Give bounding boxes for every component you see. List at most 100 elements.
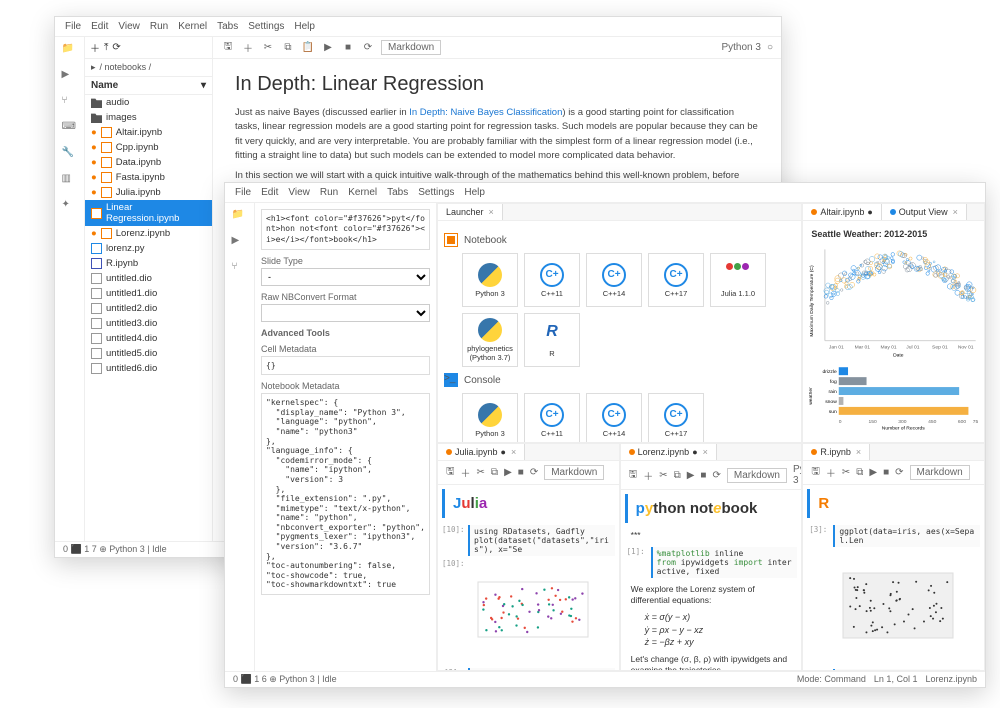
kernel-card[interactable]: C+C++17 <box>648 393 704 442</box>
close-icon[interactable]: × <box>489 207 494 217</box>
lorenz-code-1[interactable]: %matplotlib inlinefrom ipywidgets import… <box>651 547 798 578</box>
breadcrumb-root-icon[interactable]: ▸ <box>91 62 96 73</box>
file-item[interactable]: untitled5.dio <box>85 346 212 361</box>
menu-run[interactable]: Run <box>150 21 168 32</box>
settings-icon[interactable]: 🔧 <box>62 147 78 163</box>
save-icon[interactable]: 🖫 <box>446 464 455 481</box>
folder-icon[interactable]: 📁 <box>62 43 78 59</box>
file-item[interactable]: lorenz.py <box>85 241 212 256</box>
julia-code-1[interactable]: using RDatasets, Gadfly plot(dataset("da… <box>468 525 615 556</box>
file-item[interactable]: Linear Regression.ipynb <box>85 200 212 226</box>
menu-tabs[interactable]: Tabs <box>217 21 238 32</box>
tab-altair[interactable]: Altair.ipynb● <box>803 204 881 220</box>
sort-icon[interactable]: ▾ <box>201 80 206 91</box>
file-header-name[interactable]: Name <box>91 80 118 91</box>
r-code-1[interactable]: ggplot(data=iris, aes(x=Sepal.Len <box>833 525 980 547</box>
menu-kernel[interactable]: Kernel <box>178 21 207 32</box>
nb-metadata[interactable]: "kernelspec": { "display_name": "Python … <box>261 393 430 595</box>
kernel-card[interactable]: RR <box>524 313 580 367</box>
tab-julia[interactable]: Julia.ipynb●× <box>438 444 525 460</box>
run-icon[interactable]: ▶ <box>321 41 335 55</box>
kernel-card[interactable]: phylogenetics (Python 3.7) <box>462 313 518 367</box>
julia-code-2[interactable]: eigen(x) <box>468 668 615 670</box>
tab-lorenz[interactable]: Lorenz.ipynb●× <box>621 444 717 460</box>
file-item[interactable]: untitled4.dio <box>85 331 212 346</box>
svg-text:Date: Date <box>893 353 904 359</box>
breadcrumb-path[interactable]: / notebooks / <box>100 62 152 73</box>
file-item[interactable]: untitled1.dio <box>85 286 212 301</box>
save-icon[interactable]: 🖫 <box>221 41 235 55</box>
r-code-2[interactable]: head(iris) <box>833 669 980 670</box>
new-folder-icon[interactable]: ＋ <box>90 40 100 55</box>
menu-settings[interactable]: Settings <box>418 187 454 198</box>
file-item[interactable]: untitled6.dio <box>85 361 212 376</box>
menu-run[interactable]: Run <box>320 187 338 198</box>
kernel-card[interactable]: C+C++11 <box>524 253 580 307</box>
tab-output[interactable]: Output View× <box>882 204 967 220</box>
kernel-card[interactable]: C+C++14 <box>586 253 642 307</box>
file-item[interactable]: audio <box>85 95 212 110</box>
file-item[interactable]: untitled3.dio <box>85 316 212 331</box>
menu-view[interactable]: View <box>118 21 140 32</box>
menu-help[interactable]: Help <box>464 187 485 198</box>
menu-kernel[interactable]: Kernel <box>348 187 377 198</box>
cell-type-dropdown[interactable]: Markdown <box>381 40 441 55</box>
restart-icon[interactable]: ⟳ <box>361 41 375 55</box>
paste-icon[interactable]: 📋 <box>301 41 315 55</box>
file-item[interactable]: untitled2.dio <box>85 301 212 316</box>
r-plot <box>833 550 980 666</box>
file-item[interactable]: ● Altair.ipynb <box>85 125 212 140</box>
refresh-icon[interactable]: ⟳ <box>112 42 120 53</box>
close-icon[interactable]: × <box>856 447 861 457</box>
running-icon[interactable]: ▶ <box>232 235 248 251</box>
file-item[interactable]: images <box>85 110 212 125</box>
tab-r[interactable]: R.ipynb× <box>803 444 870 460</box>
svg-text:sun: sun <box>829 410 837 415</box>
running-icon[interactable]: ▶ <box>62 69 78 85</box>
menu-settings[interactable]: Settings <box>248 21 284 32</box>
tabs-icon[interactable]: ▥ <box>62 173 78 189</box>
folder-icon[interactable]: 📁 <box>232 209 248 225</box>
file-item[interactable]: ● Data.ipynb <box>85 155 212 170</box>
menu-edit[interactable]: Edit <box>261 187 278 198</box>
kernel-card[interactable]: Python 3 <box>462 253 518 307</box>
tab-launcher[interactable]: Launcher× <box>438 204 503 220</box>
cut-icon[interactable]: ✂ <box>261 41 275 55</box>
git-icon[interactable]: ⑂ <box>62 95 78 111</box>
cell-metadata[interactable]: {} <box>261 356 430 375</box>
lorenz-panel: Lorenz.ipynb●× 🖫＋✂⧉▶■⟳MarkdownPython 3 p… <box>620 443 803 671</box>
close-icon[interactable]: × <box>953 207 958 217</box>
menu-file[interactable]: File <box>235 187 251 198</box>
link-naive-bayes[interactable]: In Depth: Naive Bayes Classification <box>409 107 562 118</box>
status-file: Lorenz.ipynb <box>925 674 977 685</box>
kernel-card[interactable]: C+C++17 <box>648 253 704 307</box>
add-cell-icon[interactable]: ＋ <box>241 41 255 55</box>
advanced-tools-header[interactable]: Advanced Tools <box>261 328 430 338</box>
commands-icon[interactable]: ⌨ <box>62 121 78 137</box>
kernel-card[interactable]: C+C++11 <box>524 393 580 442</box>
copy-icon[interactable]: ⧉ <box>281 41 295 55</box>
close-icon[interactable]: × <box>703 447 708 457</box>
upload-icon[interactable]: ⤒ <box>104 42 108 53</box>
file-item[interactable]: ● Lorenz.ipynb <box>85 226 212 241</box>
nbconvert-select[interactable] <box>261 304 430 322</box>
menu-view[interactable]: View <box>288 187 310 198</box>
menu-file[interactable]: File <box>65 21 81 32</box>
file-item[interactable]: ● Cpp.ipynb <box>85 140 212 155</box>
menu-tabs[interactable]: Tabs <box>387 187 408 198</box>
menu-edit[interactable]: Edit <box>91 21 108 32</box>
stop-icon[interactable]: ■ <box>341 41 355 55</box>
slide-type-select[interactable]: - <box>261 268 430 286</box>
file-item[interactable]: ● Julia.ipynb <box>85 185 212 200</box>
menu-help[interactable]: Help <box>294 21 315 32</box>
file-item[interactable]: ● Fasta.ipynb <box>85 170 212 185</box>
kernel-name[interactable]: Python 3 <box>721 42 760 53</box>
kernel-card[interactable]: Julia 1.1.0 <box>710 253 766 307</box>
kernel-card[interactable]: C+C++14 <box>586 393 642 442</box>
file-item[interactable]: R.ipynb <box>85 256 212 271</box>
extensions-icon[interactable]: ✦ <box>62 199 78 215</box>
file-item[interactable]: untitled.dio <box>85 271 212 286</box>
close-icon[interactable]: × <box>511 447 516 457</box>
kernel-card[interactable]: Python 3 <box>462 393 518 442</box>
git-icon[interactable]: ⑂ <box>232 261 248 277</box>
